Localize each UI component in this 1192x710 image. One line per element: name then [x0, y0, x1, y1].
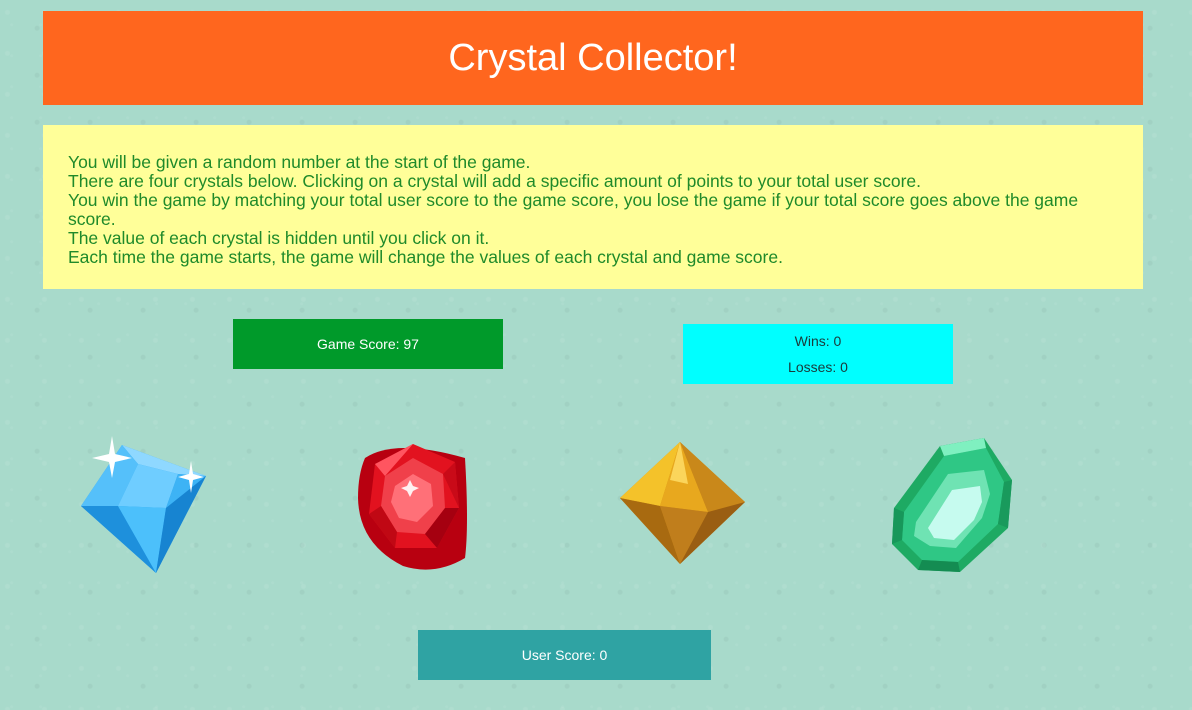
win-loss-box: Wins: 0 Losses: 0: [683, 324, 953, 384]
header-banner: Crystal Collector!: [43, 11, 1143, 105]
instruction-line: Each time the game starts, the game will…: [68, 247, 783, 267]
page-title: Crystal Collector!: [448, 36, 738, 79]
losses-text: Losses: 0: [788, 359, 848, 375]
instruction-line: You win the game by matching your total …: [68, 190, 1079, 229]
green-emerald-crystal-icon: [892, 438, 1012, 572]
red-ruby-crystal-icon: [358, 444, 467, 570]
instruction-line: The value of each crystal is hidden unti…: [68, 228, 490, 248]
crystal-button-gold[interactable]: [618, 440, 748, 568]
user-score-text: User Score: 0: [521, 647, 608, 663]
crystal-button-blue[interactable]: [78, 436, 210, 576]
gold-octahedron-crystal-icon: [620, 442, 745, 564]
blue-diamond-crystal-icon: [81, 436, 206, 573]
game-score-box: Game Score: 97: [233, 319, 503, 369]
crystal-button-green[interactable]: [890, 436, 1016, 576]
instruction-line: There are four crystals below. Clicking …: [68, 171, 922, 191]
game-score-text: Game Score: 97: [317, 336, 419, 352]
user-score-box: User Score: 0: [418, 630, 711, 680]
instructions-panel: You will be given a random number at the…: [43, 125, 1143, 289]
wins-text: Wins: 0: [794, 333, 842, 349]
crystal-button-red[interactable]: [355, 436, 471, 574]
instruction-line: You will be given a random number at the…: [68, 152, 531, 172]
